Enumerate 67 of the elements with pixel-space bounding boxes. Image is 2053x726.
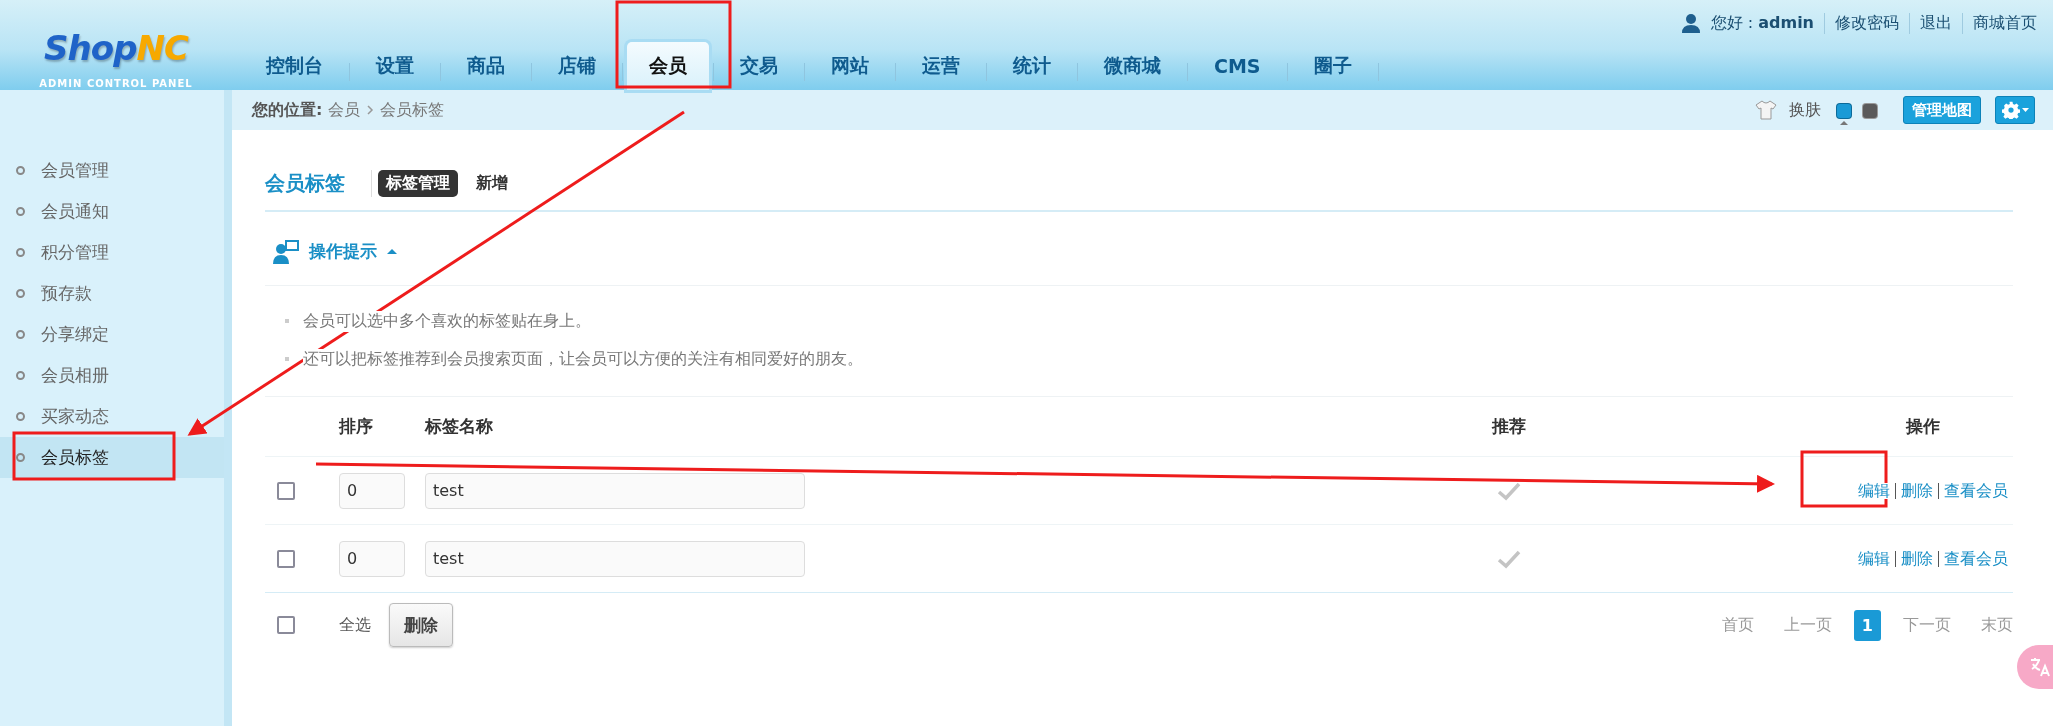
gear-icon	[2001, 101, 2020, 119]
settings-button[interactable]	[1995, 96, 2035, 124]
delete-button[interactable]: 删除	[389, 603, 453, 647]
tips-icon	[273, 239, 299, 264]
nav-tab[interactable]: 圈子	[1291, 46, 1374, 86]
column-header: 操作	[1906, 415, 1940, 438]
user-icon	[1680, 13, 1701, 33]
sidebar-item[interactable]: 预存款	[0, 273, 224, 314]
shirt-icon	[1755, 100, 1777, 120]
page-title: 会员标签	[265, 169, 345, 197]
column-header: 推荐	[1492, 415, 1526, 438]
breadcrumb-item[interactable]: 会员	[328, 99, 361, 121]
tag-name-input[interactable]: test	[425, 472, 805, 509]
sort-input[interactable]: 0	[339, 540, 405, 577]
tag-name-input[interactable]: test	[425, 540, 805, 577]
sidebar-item[interactable]: 会员相册	[0, 355, 224, 396]
pagination-link[interactable]: 1	[1853, 609, 1881, 641]
header-link[interactable]: 商城首页	[1962, 12, 2037, 34]
skin-swatch[interactable]	[1837, 103, 1851, 118]
pagination-link[interactable]: 首页	[1713, 608, 1762, 642]
sidebar-item[interactable]: 会员标签	[0, 437, 224, 478]
pagination-link[interactable]: 上一页	[1775, 608, 1840, 642]
checkmark-icon	[1497, 480, 1521, 501]
column-header: 标签名称	[425, 415, 493, 438]
nav-tab[interactable]: 设置	[354, 46, 436, 86]
sidebar-item[interactable]: 买家动态	[0, 396, 224, 437]
row-checkbox[interactable]	[277, 481, 295, 500]
nav-tab[interactable]: 网站	[809, 46, 891, 86]
pagination-link[interactable]: 下一页	[1895, 608, 1959, 642]
nav-tab[interactable]: 店铺	[536, 46, 618, 86]
sidebar-item[interactable]: 积分管理	[0, 232, 224, 273]
row-checkbox[interactable]	[277, 549, 295, 568]
page-tab[interactable]: 新增	[468, 169, 516, 197]
sidebar-item[interactable]: 会员通知	[0, 191, 224, 232]
greeting-text: 您好 : admin	[1710, 12, 1814, 34]
nav-tab[interactable]: 统计	[991, 46, 1073, 86]
select-all-label: 全选	[339, 614, 371, 636]
skin-label: 换肤	[1789, 99, 1821, 121]
breadcrumb-item: 会员标签	[380, 99, 445, 121]
pagination-link[interactable]: 末页	[1973, 608, 2021, 642]
sidebar-item[interactable]: 分享绑定	[0, 314, 224, 355]
column-header: 排序	[339, 415, 373, 438]
header-link[interactable]: 退出	[1909, 12, 1952, 34]
nav-tab[interactable]: 微商城	[1082, 46, 1183, 86]
nav-tab[interactable]: CMS	[1192, 46, 1283, 86]
nav-tab[interactable]: 商品	[445, 46, 527, 86]
nav-tab[interactable]: 控制台	[244, 46, 345, 86]
tips-title: 操作提示	[309, 240, 377, 263]
map-button[interactable]: 管理地图	[1903, 96, 1981, 124]
chevron-icon	[366, 105, 375, 115]
page-tab[interactable]: 标签管理	[378, 169, 458, 197]
header-link[interactable]: 修改密码	[1824, 12, 1899, 34]
dropdown-caret-icon	[2021, 107, 2029, 113]
breadcrumb-label: 您的位置:	[252, 99, 323, 121]
collapse-caret-icon[interactable]	[387, 249, 397, 254]
checkmark-icon	[1497, 548, 1521, 569]
translate-button[interactable]	[2017, 645, 2053, 689]
sidebar-item[interactable]: 会员管理	[0, 150, 224, 191]
translate-icon	[2028, 655, 2052, 679]
logo: ShopNC	[44, 28, 188, 68]
select-all-checkbox[interactable]	[277, 616, 295, 634]
sort-input[interactable]: 0	[339, 472, 405, 509]
logo-subtitle: ADMIN CONTROL PANEL	[39, 78, 193, 89]
nav-tab[interactable]: 会员	[627, 42, 709, 90]
nav-tab[interactable]: 运营	[900, 46, 982, 86]
nav-tab[interactable]: 交易	[718, 46, 800, 86]
skin-swatch[interactable]	[1863, 103, 1877, 118]
